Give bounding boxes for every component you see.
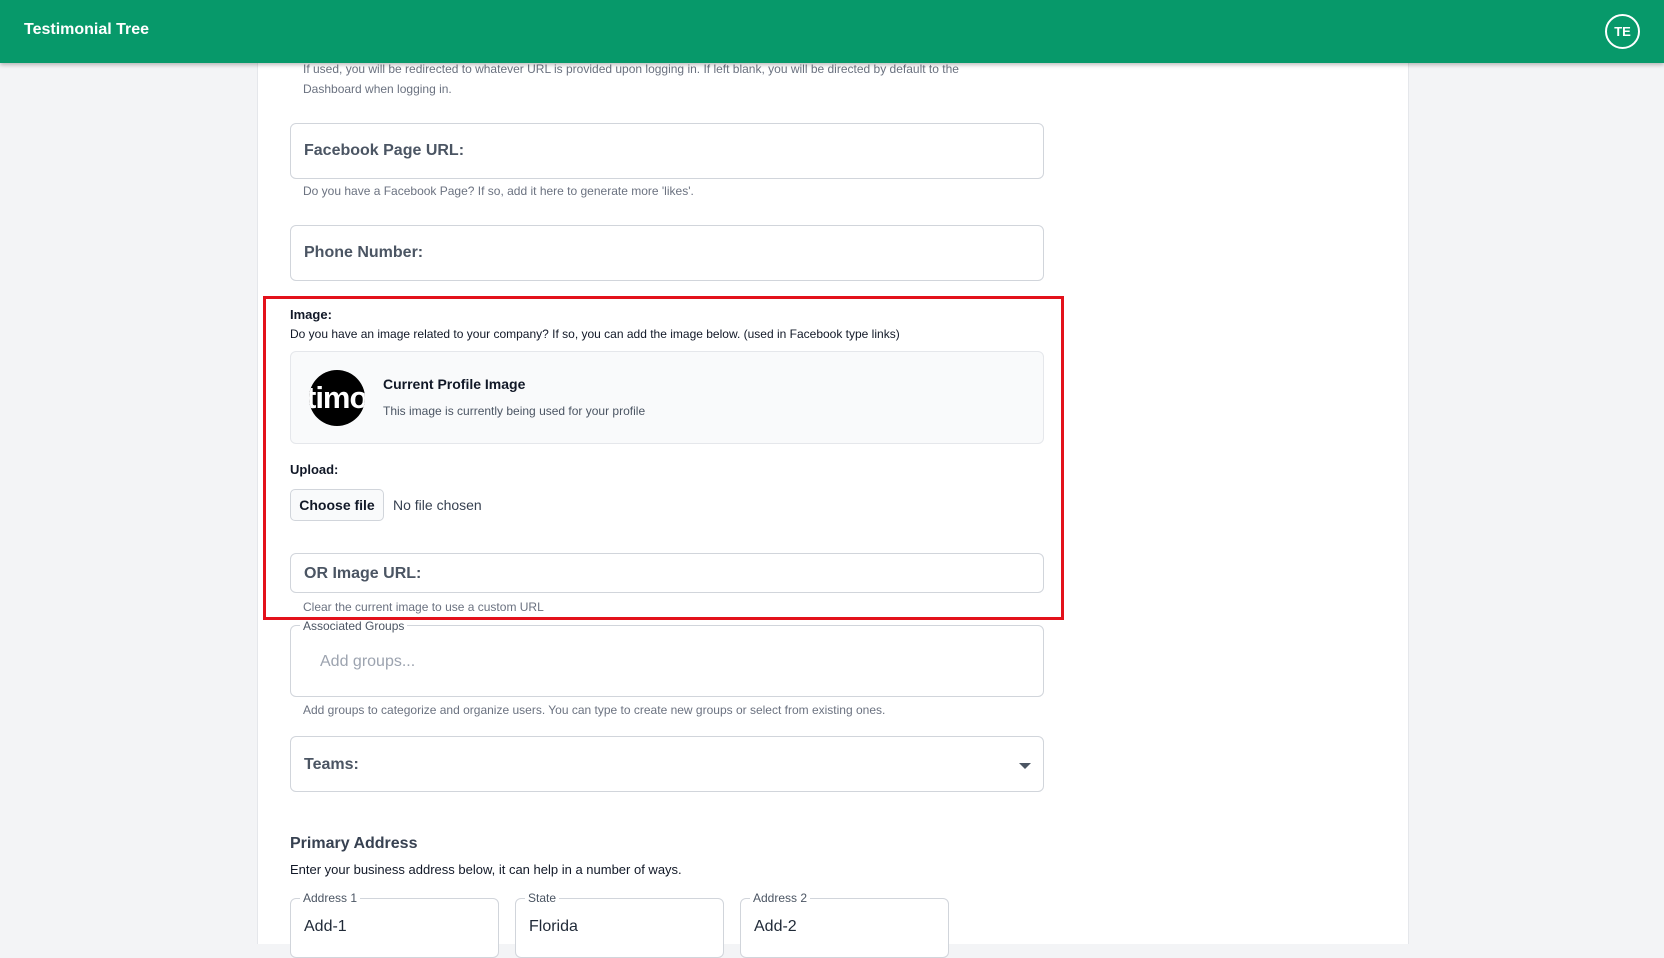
primary-address-description: Enter your business address below, it ca… <box>290 862 682 877</box>
file-status-text: No file chosen <box>393 497 482 513</box>
facebook-url-label: Facebook Page URL: <box>304 142 465 159</box>
app-title[interactable]: Testimonial Tree <box>24 21 149 39</box>
address-1-value: Add-1 <box>304 918 347 935</box>
state-label: State <box>525 891 560 905</box>
associated-groups-label: Associated Groups <box>300 619 408 633</box>
image-section-description: Do you have an image related to your com… <box>290 327 900 341</box>
groups-placeholder: Add groups... <box>320 653 416 670</box>
redirect-hint-line-2: Dashboard when logging in. <box>303 82 452 96</box>
current-profile-image-title: Current Profile Image <box>383 376 526 392</box>
current-profile-image-card: timo Current Profile Image This image is… <box>290 351 1044 444</box>
associated-groups-input[interactable]: Add groups... <box>290 625 1044 697</box>
image-url-hint: Clear the current image to use a custom … <box>303 600 544 614</box>
current-profile-image-subtitle: This image is currently being used for y… <box>383 404 646 418</box>
redirect-url-hint: If used, you will be redirected to whate… <box>303 59 1063 99</box>
facebook-url-input[interactable]: Facebook Page URL: <box>290 123 1044 179</box>
profile-image-logo-text: timo <box>309 380 365 415</box>
phone-number-label: Phone Number: <box>304 244 424 261</box>
facebook-url-hint: Do you have a Facebook Page? If so, add … <box>303 184 694 198</box>
address-2-label: Address 2 <box>750 891 811 905</box>
address-1-label: Address 1 <box>300 891 361 905</box>
top-navigation-bar: Testimonial Tree TE <box>0 0 1664 63</box>
teams-select[interactable]: Teams: <box>290 736 1044 792</box>
address-1-input[interactable]: Add-1 <box>290 898 499 958</box>
image-url-label: OR Image URL: <box>304 565 422 582</box>
address-2-value: Add-2 <box>754 918 797 935</box>
image-section-label: Image: <box>290 307 332 322</box>
choose-file-button[interactable]: Choose file <box>290 489 384 521</box>
phone-number-input[interactable]: Phone Number: <box>290 225 1044 281</box>
upload-label: Upload: <box>290 462 339 477</box>
user-avatar-button[interactable]: TE <box>1605 14 1640 49</box>
state-value: Florida <box>529 918 578 935</box>
primary-address-title: Primary Address <box>290 835 418 852</box>
chevron-down-icon[interactable] <box>1019 763 1031 769</box>
state-input[interactable]: Florida <box>515 898 724 958</box>
address-2-input[interactable]: Add-2 <box>740 898 949 958</box>
associated-groups-hint: Add groups to categorize and organize us… <box>303 703 886 717</box>
profile-image: timo <box>309 370 365 426</box>
teams-label: Teams: <box>304 756 359 773</box>
image-url-input[interactable]: OR Image URL: <box>290 553 1044 593</box>
